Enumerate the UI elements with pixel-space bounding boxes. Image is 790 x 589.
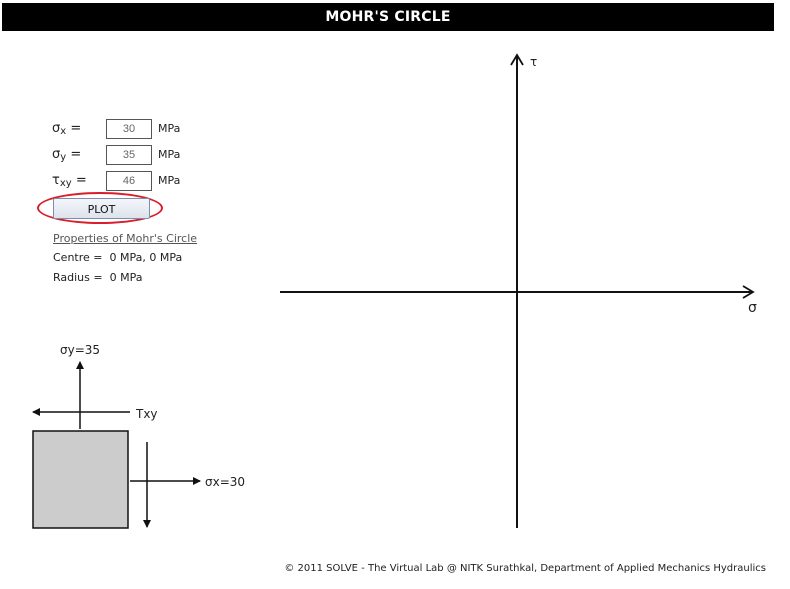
sigma-y-value-label: σy=35	[60, 343, 100, 357]
radius-value: 0 MPa	[109, 271, 143, 284]
tau-axis-label: τ	[530, 55, 537, 69]
radius-label: Radius =	[53, 271, 103, 284]
stress-element-diagram: σy=35 Txy σx=30	[32, 343, 245, 529]
page-title: MOHR'S CIRCLE	[2, 3, 774, 31]
centre-value: 0 MPa, 0 MPa	[109, 251, 183, 264]
sigma-y-unit: MPa	[158, 148, 181, 161]
mohr-plot-area: σ τ	[280, 53, 757, 528]
stress-element-square	[32, 430, 129, 529]
centre-label: Centre =	[53, 251, 103, 264]
sigma-y-label: σy =	[52, 147, 82, 163]
sigma-y-input[interactable]	[106, 145, 152, 165]
sigma-x-unit: MPa	[158, 122, 181, 135]
properties-link[interactable]: Properties of Mohr's Circle	[53, 232, 197, 245]
sigma-axis-label: σ	[748, 300, 757, 316]
radius-readout: Radius = 0 MPa	[53, 271, 142, 284]
sigma-x-label: σx =	[52, 121, 82, 137]
tau-xy-label: τxy =	[52, 173, 87, 189]
plot-button[interactable]: PLOT	[53, 198, 150, 219]
tau-xy-unit: MPa	[158, 174, 181, 187]
footer-credit: © 2011 SOLVE - The Virtual Lab @ NITK Su…	[284, 563, 766, 574]
tau-value-label: Txy	[135, 407, 158, 421]
sigma-x-value-label: σx=30	[205, 475, 245, 489]
sigma-x-input[interactable]	[106, 119, 152, 139]
tau-xy-input[interactable]	[106, 171, 152, 191]
centre-readout: Centre = 0 MPa, 0 MPa	[53, 251, 182, 264]
